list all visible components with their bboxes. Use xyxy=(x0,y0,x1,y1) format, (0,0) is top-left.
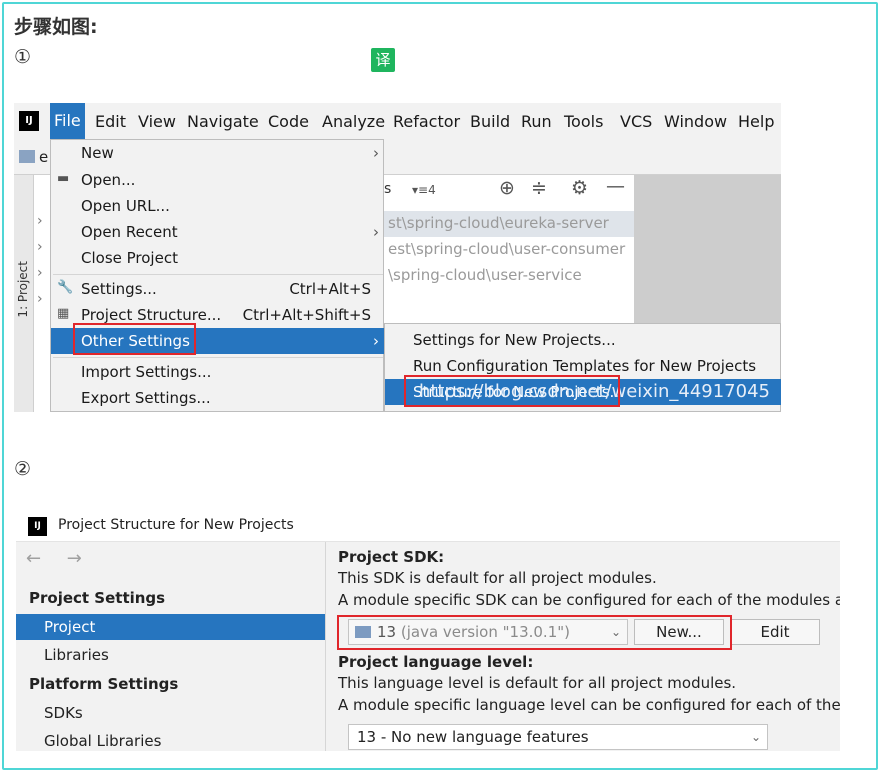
sidebar-item-project[interactable]: Project xyxy=(16,614,325,640)
language-level-select[interactable]: 13 - No new language features ⌄ xyxy=(348,724,768,750)
menu-build[interactable]: Build xyxy=(470,112,510,131)
menu-file[interactable]: File xyxy=(50,103,85,139)
project-structure-icon: ▦ xyxy=(57,306,70,321)
menu-edit[interactable]: Edit xyxy=(95,112,126,131)
edit-sdk-button[interactable]: Edit xyxy=(730,619,820,645)
tree-expand-icon[interactable]: › xyxy=(37,213,43,229)
breadcrumb-project[interactable]: e xyxy=(39,148,48,166)
collapse-icon[interactable]: ≑ xyxy=(531,177,547,199)
highlight-box-sdk xyxy=(337,615,732,650)
dialog-titlebar: IJ Project Structure for New Projects xyxy=(16,512,840,542)
tree-path-eureka[interactable]: st\spring-cloud\eureka-server xyxy=(388,214,609,232)
tree-expand-icon[interactable]: › xyxy=(37,265,43,281)
menu-run[interactable]: Run xyxy=(521,112,552,131)
settings-sidebar: ← → Project Settings Project Libraries P… xyxy=(16,542,326,751)
sidebar-item-global-libraries[interactable]: Global Libraries xyxy=(16,728,325,751)
menu-item-import-settings[interactable]: Import Settings... xyxy=(51,359,385,385)
menu-bar: IJ File Edit View Navigate Code Analyze … xyxy=(14,103,781,139)
heading: 步骤如图: xyxy=(14,16,98,38)
menu-refactor[interactable]: Refactor xyxy=(393,112,460,131)
sidebar-item-libraries[interactable]: Libraries xyxy=(16,642,325,668)
project-tool-tab[interactable]: 1: Project xyxy=(16,261,30,318)
locate-icon[interactable]: ⊕ xyxy=(499,177,515,199)
menu-navigate[interactable]: Navigate xyxy=(187,112,259,131)
project-structure-dialog: IJ Project Structure for New Projects ← … xyxy=(16,512,840,751)
menu-view[interactable]: View xyxy=(138,112,176,131)
menu-item-settings[interactable]: 🔧 Settings... Ctrl+Alt+S xyxy=(51,276,385,302)
wrench-icon: 🔧 xyxy=(57,280,74,295)
file-menu: New › ▬ Open... Open URL... Open Recent › C… xyxy=(50,139,385,412)
menu-item-new[interactable]: New › xyxy=(51,140,385,166)
language-level-header: Project language level: xyxy=(338,653,534,671)
sidebar-item-sdks[interactable]: SDKs xyxy=(16,700,325,726)
intellij-logo: IJ xyxy=(28,517,47,536)
project-folder-icon xyxy=(19,150,35,163)
menu-code[interactable]: Code xyxy=(268,112,309,131)
sdk-description: This SDK is default for all project modu… xyxy=(338,569,657,587)
tree-path-user-consumer[interactable]: est\spring-cloud\user-consumer xyxy=(388,240,625,258)
menu-window[interactable]: Window xyxy=(664,112,727,131)
menu-item-open-recent[interactable]: Open Recent › xyxy=(51,219,385,245)
tree-expand-icon[interactable]: › xyxy=(37,239,43,255)
tree-path-user-service[interactable]: \spring-cloud\user-service xyxy=(388,266,582,284)
language-level-description-2: A module specific language level can be … xyxy=(338,696,840,714)
menu-item-export-settings[interactable]: Export Settings... xyxy=(51,385,385,411)
translate-badge[interactable]: 译 xyxy=(371,48,395,72)
intellij-logo: IJ xyxy=(19,111,39,131)
back-forward-icons[interactable]: ← → xyxy=(26,548,92,569)
menu-item-close-project[interactable]: Close Project xyxy=(51,245,385,271)
submenu-settings-new-projects[interactable]: Settings for New Projects... xyxy=(385,327,781,353)
platform-settings-header: Platform Settings xyxy=(29,675,179,693)
gear-icon[interactable]: ⚙ xyxy=(571,177,588,199)
step-1-marker: ① xyxy=(14,46,32,68)
menu-help[interactable]: Help xyxy=(738,112,774,131)
sdk-header: Project SDK: xyxy=(338,548,445,566)
highlight-box-structure xyxy=(404,375,620,407)
menu-separator xyxy=(53,357,383,358)
chevron-down-icon: ⌄ xyxy=(750,730,761,744)
menu-separator xyxy=(53,274,383,275)
menu-vcs[interactable]: VCS xyxy=(620,112,652,131)
project-header-text: s xyxy=(384,181,392,197)
tree-expand-icon[interactable]: › xyxy=(37,291,43,307)
ide-menu-screenshot: IJ File Edit View Navigate Code Analyze … xyxy=(14,103,781,412)
highlight-box-other-settings xyxy=(73,323,196,355)
sdk-description-2: A module specific SDK can be configured … xyxy=(338,591,840,609)
menu-item-open-url[interactable]: Open URL... xyxy=(51,193,385,219)
tool-window-strip: 1: Project xyxy=(14,175,34,412)
menu-tools[interactable]: Tools xyxy=(564,112,603,131)
language-level-description: This language level is default for all p… xyxy=(338,674,737,692)
menu-item-open[interactable]: ▬ Open... xyxy=(51,167,385,193)
minimize-icon[interactable]: — xyxy=(606,175,625,197)
step-2-marker: ② xyxy=(14,458,32,480)
project-settings-header: Project Settings xyxy=(29,589,166,607)
view-options-dropdown[interactable]: ▾≡4 xyxy=(412,183,436,197)
dialog-title: Project Structure for New Projects xyxy=(58,517,294,533)
folder-icon: ▬ xyxy=(57,171,70,186)
menu-analyze[interactable]: Analyze xyxy=(322,112,385,131)
